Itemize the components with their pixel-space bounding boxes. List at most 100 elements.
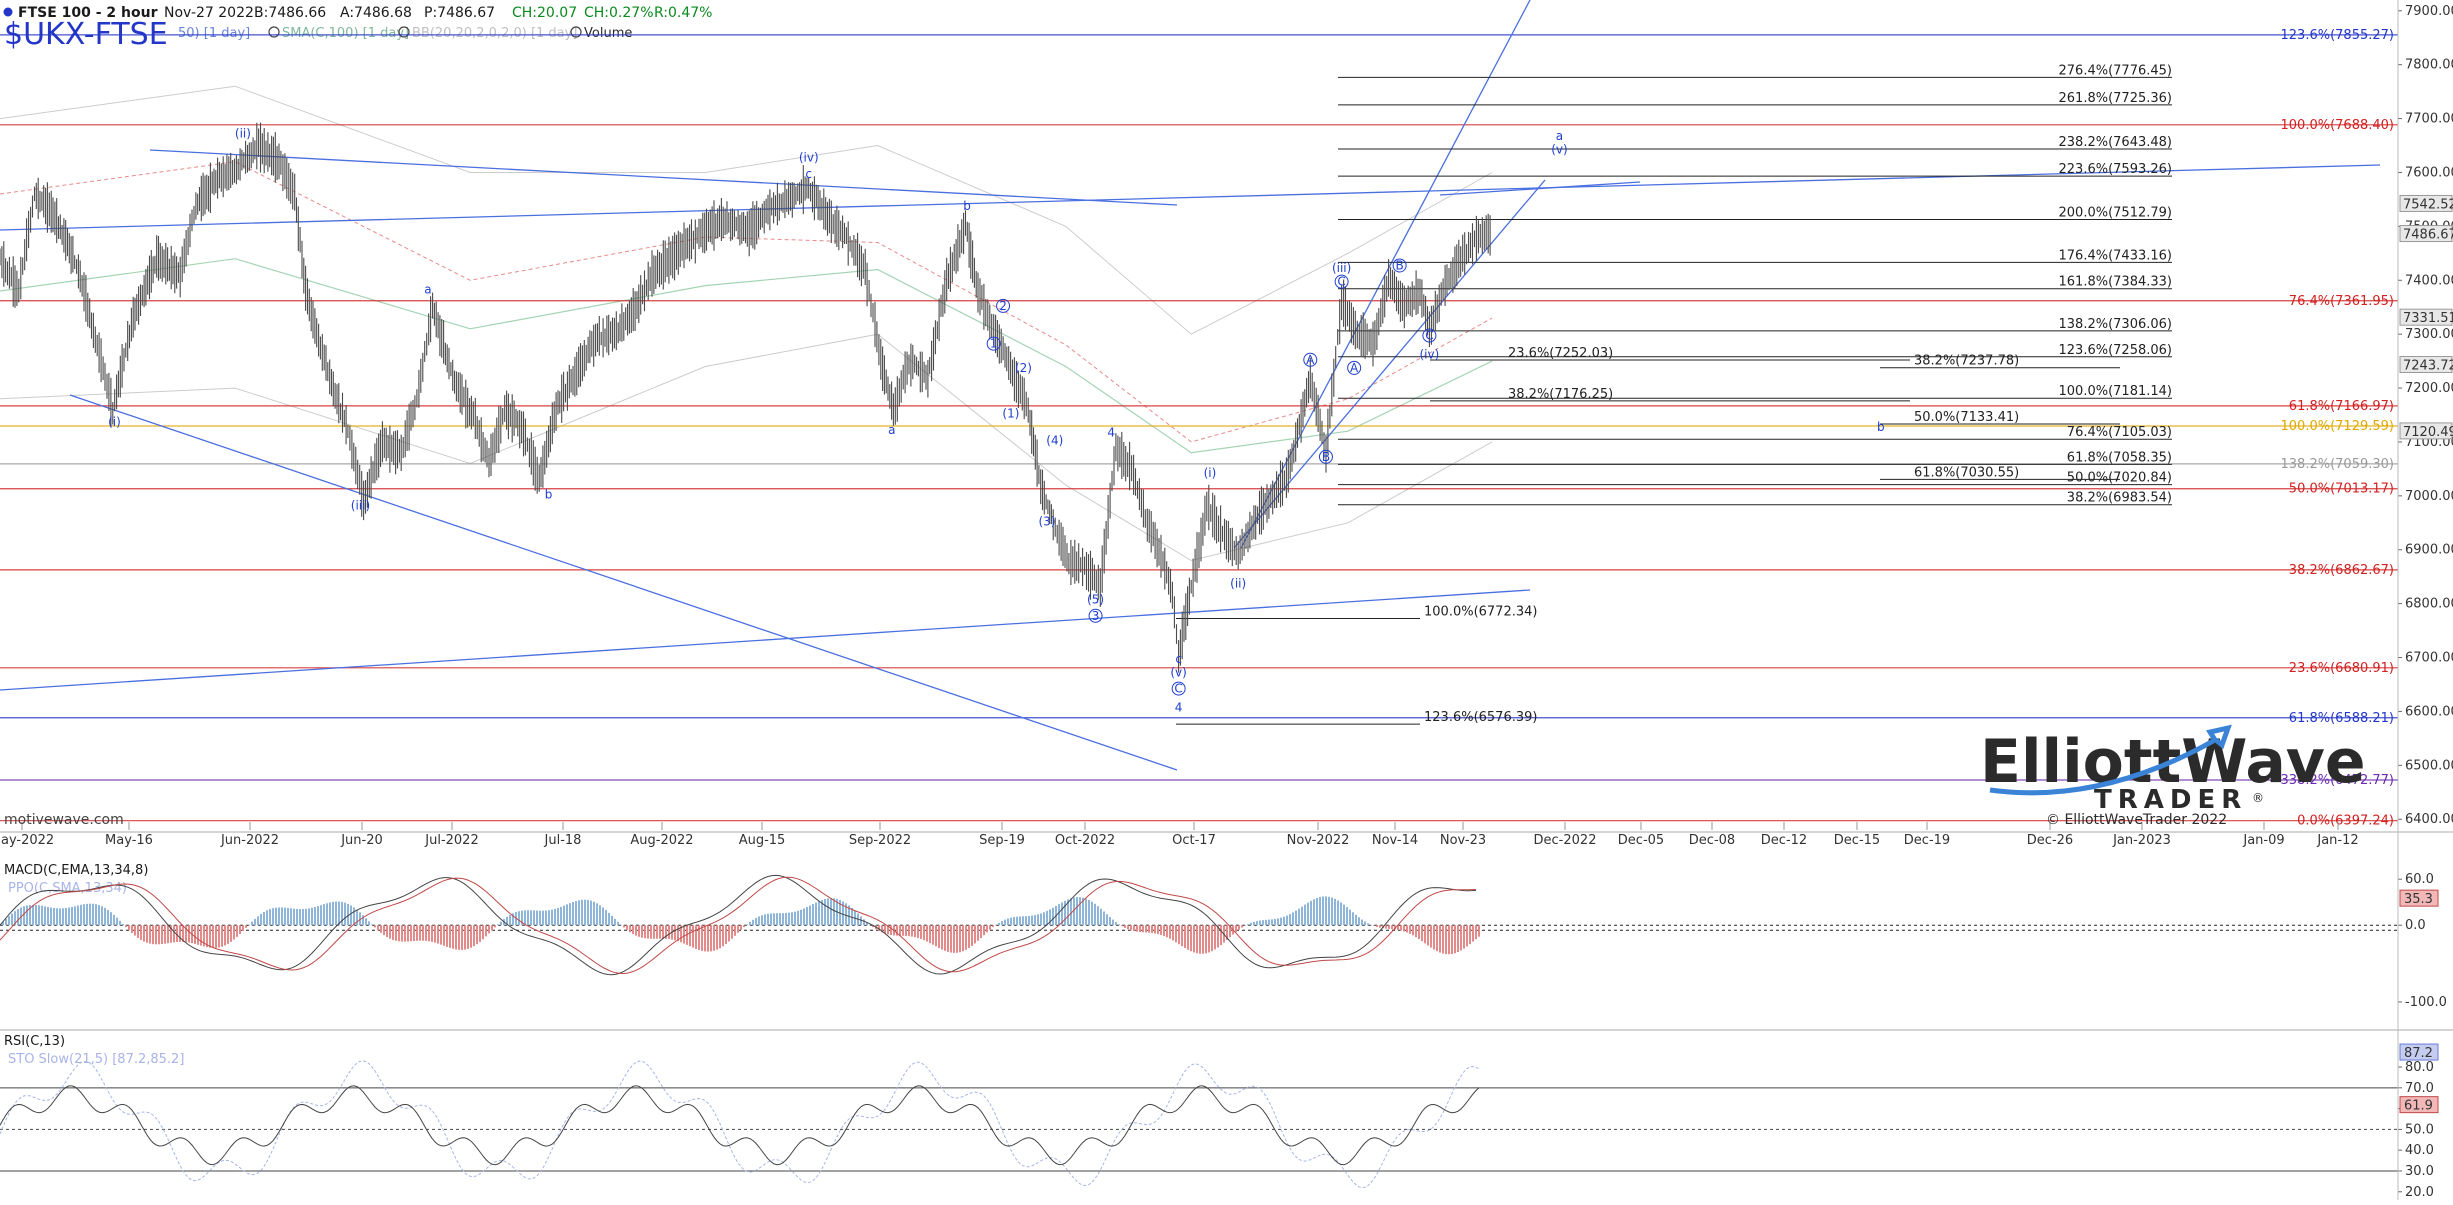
chart-canvas[interactable]: FTSE 100 - 2 hour Nov-27 2022 B:7486.66 … xyxy=(0,0,2453,1200)
price-badge-label: 7331.51 xyxy=(2403,311,2453,326)
time-tick-label: Aug-2022 xyxy=(630,833,693,848)
indicator-bb[interactable]: BB(20,20,2,0,2,0) [1 day] xyxy=(398,26,577,41)
wave-label: (v) xyxy=(1551,143,1567,157)
fib-extension-label: 138.2%(7306.06) xyxy=(2059,317,2172,332)
indicator-label: 50) [1 day] xyxy=(178,26,250,41)
time-tick-label: Dec-08 xyxy=(1689,833,1735,848)
wave-label: (ii) xyxy=(1230,576,1246,590)
wave-label: B xyxy=(1395,258,1403,272)
rsi-tick-label: 40.0 xyxy=(2405,1143,2434,1158)
price-tick-label: 7200.00 xyxy=(2405,381,2453,396)
fib-extension-label: 161.8%(7384.33) xyxy=(2059,275,2172,290)
price-tick-label: 7000.00 xyxy=(2405,489,2453,504)
wave-label: (4) xyxy=(1046,434,1063,448)
header-price: P:7486.67 xyxy=(424,5,495,21)
wave-label: C xyxy=(1337,275,1345,289)
macd-legend: PPO(C,SMA,13,34) xyxy=(8,881,127,896)
price-tick-label: 6600.00 xyxy=(2405,704,2453,719)
time-tick-label: Dec-12 xyxy=(1761,833,1807,848)
header-date: Nov-27 2022 xyxy=(164,5,254,21)
wave-label: 3 xyxy=(1092,609,1100,623)
fib-level-label: 61.8%(6588.21) xyxy=(2289,711,2394,726)
time-tick-label: Jan-2023 xyxy=(2112,833,2171,848)
wave-label: b xyxy=(963,199,971,213)
time-tick-label: Sep-19 xyxy=(979,833,1025,848)
fib-extension-label: 50.0%(7020.84) xyxy=(2067,471,2172,486)
price-tick-label: 7900.00 xyxy=(2405,4,2453,19)
price-tick-label: 7600.00 xyxy=(2405,165,2453,180)
wave-label: a xyxy=(888,423,895,437)
logo-copyright: © ElliottWaveTrader 2022 xyxy=(2046,812,2227,828)
price-badge-label: 7486.67 xyxy=(2403,228,2453,243)
time-tick-label: Jul-18 xyxy=(544,833,582,848)
price-tick-label: 6900.00 xyxy=(2405,543,2453,558)
rsi-value-label: 61.9 xyxy=(2404,1099,2433,1114)
wave-label: B xyxy=(1322,450,1330,464)
fib-extension-label: 100.0%(6772.34) xyxy=(1424,605,1537,620)
wave-label: a xyxy=(1556,129,1563,143)
stoch-value-label: 87.2 xyxy=(2404,1046,2433,1061)
wave-label: A xyxy=(1350,361,1359,375)
fib-level-label: 76.4%(7361.95) xyxy=(2289,294,2394,309)
wave-label: (iv) xyxy=(1419,347,1439,361)
fib-extension-label: 23.6%(7252.03) xyxy=(1508,346,1613,361)
fib-extension-label: 38.2%(7176.25) xyxy=(1508,387,1613,402)
time-tick-label: Nov-23 xyxy=(1440,833,1486,848)
wave-label: b xyxy=(545,488,553,502)
macd-tick-label: 60.0 xyxy=(2405,872,2434,887)
header-ask: A:7486.68 xyxy=(340,5,412,21)
macd-tick-label: -100.0 xyxy=(2405,995,2447,1010)
fib-level-label: 138.2%(7059.30) xyxy=(2281,457,2394,472)
time-tick-label: Dec-2022 xyxy=(1534,833,1597,848)
price-tick-label: 6400.00 xyxy=(2405,812,2453,827)
wave-label: (i) xyxy=(1204,466,1217,480)
fib-level-label: 61.8%(7166.97) xyxy=(2289,399,2394,414)
logo-registered: ® xyxy=(2252,791,2264,805)
macd-value-label: 35.3 xyxy=(2404,892,2433,907)
fib-extension-label: 261.8%(7725.36) xyxy=(2059,91,2172,106)
logo-sub: TRADER xyxy=(2094,785,2247,815)
time-tick-label: Jan-09 xyxy=(2242,833,2284,848)
wave-label: (iv) xyxy=(799,151,819,165)
fib-level-label: 38.2%(6862.67) xyxy=(2289,563,2394,578)
time-tick-label: Jan-12 xyxy=(2316,833,2358,848)
rsi-tick-label: 20.0 xyxy=(2405,1185,2434,1200)
time-tick-label: Dec-19 xyxy=(1904,833,1950,848)
wave-label: 4 xyxy=(1175,700,1183,714)
price-tick-label: 7400.00 xyxy=(2405,273,2453,288)
wave-label: (1) xyxy=(1002,407,1019,421)
indicator-sma50[interactable]: 50) [1 day] xyxy=(178,26,250,41)
wave-label: c xyxy=(1175,652,1182,666)
fib-extension-label: 200.0%(7512.79) xyxy=(2059,205,2172,220)
macd-tick-label: 0.0 xyxy=(2405,918,2426,933)
wave-label: C xyxy=(1425,329,1433,343)
indicator-sma100[interactable]: SMA(C,100) [1 day] xyxy=(268,26,409,41)
wave-label: 1 xyxy=(990,337,998,351)
fib-extension-label: 76.4%(7105.03) xyxy=(2067,425,2172,440)
price-badge-label: 7120.49 xyxy=(2403,425,2453,440)
time-tick-label: Dec-26 xyxy=(2027,833,2073,848)
fib-level-label: 100.0%(7129.59) xyxy=(2281,419,2394,434)
time-tick-label: Nov-2022 xyxy=(1287,833,1350,848)
price-badge-label: 7243.72 xyxy=(2403,358,2453,373)
rsi-tick-label: 50.0 xyxy=(2405,1122,2434,1137)
indicator-label: Volume xyxy=(584,26,632,41)
time-tick-label: Nov-14 xyxy=(1372,833,1418,848)
fib-extension-label: 176.4%(7433.16) xyxy=(2059,248,2172,263)
price-tick-label: 6700.00 xyxy=(2405,651,2453,666)
wave-label: b xyxy=(1877,420,1885,434)
price-tick-label: 7800.00 xyxy=(2405,58,2453,73)
indicator-label: SMA(C,100) [1 day] xyxy=(282,26,409,41)
header-bid: B:7486.66 xyxy=(254,5,326,21)
rsi-tick-label: 80.0 xyxy=(2405,1060,2434,1075)
wave-label: (iii) xyxy=(1332,261,1351,275)
header-change: CH:20.07 xyxy=(512,5,577,21)
rsi-tick-label: 70.0 xyxy=(2405,1081,2434,1096)
fib-extension-label: 50.0%(7133.41) xyxy=(1914,410,2019,425)
time-tick-label: Jun-20 xyxy=(340,833,383,848)
time-tick-label: May-2022 xyxy=(0,833,54,848)
price-badge-label: 7542.52 xyxy=(2403,197,2453,212)
wave-label: (v) xyxy=(1170,665,1186,679)
time-tick-label: Jun-2022 xyxy=(220,833,279,848)
indicator-legend: 50) [1 day] SMA(C,100) [1 day] BB(20,20,… xyxy=(178,26,632,41)
